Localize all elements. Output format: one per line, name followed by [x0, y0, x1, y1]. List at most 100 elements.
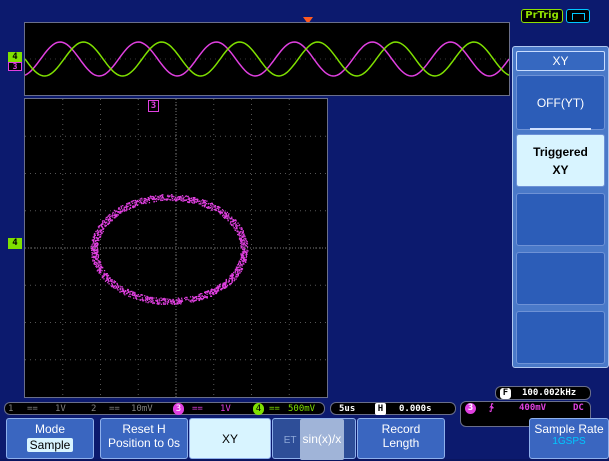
lissajous-point [122, 205, 124, 207]
lissajous-point [90, 247, 93, 249]
menu-item-empty-5[interactable] [516, 311, 605, 364]
lissajous-point [246, 253, 248, 255]
lissajous-point [187, 198, 189, 200]
lissajous-point [91, 251, 93, 254]
ch3-ground-marker[interactable]: 3 [8, 62, 22, 71]
lissajous-point [132, 202, 134, 204]
lissajous-point [239, 234, 242, 237]
lissajous-point [241, 268, 244, 270]
sample-rate-softkey[interactable]: Sample Rate 1GSPS [529, 418, 609, 459]
lissajous-point [245, 255, 248, 257]
lissajous-point [242, 251, 244, 253]
lissajous-point [162, 302, 165, 304]
lissajous-point [92, 243, 94, 245]
lissajous-point [153, 297, 155, 299]
menu-item-off-yt[interactable]: OFF(YT) [516, 75, 605, 130]
lissajous-point [122, 209, 124, 211]
lissajous-point [154, 198, 156, 200]
lissajous-point [226, 286, 228, 288]
lissajous-point [166, 199, 168, 201]
frequency-icon: F [500, 388, 511, 399]
lissajous-point [194, 200, 196, 202]
ch3-xy-position-marker[interactable]: 3 [148, 100, 159, 112]
lissajous-point [143, 198, 145, 200]
lissajous-point [95, 239, 97, 242]
lissajous-point [96, 237, 99, 239]
lissajous-point [122, 289, 124, 291]
lissajous-point [94, 246, 96, 248]
lissajous-point [186, 296, 188, 299]
lissajous-point [92, 241, 94, 243]
lissajous-point [188, 299, 190, 301]
lissajous-point [181, 297, 183, 299]
menu-item-triggered-xy[interactable]: Triggered XY [516, 134, 605, 187]
pretrigger-indicator: PrTrig [521, 9, 563, 23]
lissajous-point [206, 200, 208, 202]
lissajous-point [136, 295, 139, 297]
lissajous-point [108, 221, 110, 223]
lissajous-point [117, 289, 119, 291]
lissajous-point [229, 218, 231, 220]
sample-rate-label: Sample Rate [534, 422, 604, 436]
lissajous-point [116, 288, 118, 290]
lissajous-point [211, 206, 213, 208]
lissajous-point [124, 206, 126, 208]
lissajous-point [226, 211, 228, 214]
xy-softkey[interactable]: XY [189, 418, 271, 459]
lissajous-point [230, 283, 232, 285]
trigger-slope-icon: ∱ [489, 403, 494, 413]
menu-item-empty-3[interactable] [516, 193, 605, 246]
menu-item-label: Triggered [533, 145, 588, 159]
lissajous-point [139, 299, 141, 301]
lissajous-point [224, 283, 226, 286]
lissajous-point [140, 201, 143, 203]
lissajous-point [245, 245, 248, 247]
lissajous-point [230, 223, 233, 226]
lissajous-point [169, 298, 171, 301]
lissajous-point [99, 263, 101, 265]
lissajous-point [235, 276, 237, 278]
lissajous-point [148, 301, 150, 303]
reset-h-position-softkey[interactable]: Reset H Position to 0s [100, 418, 188, 459]
lissajous-point [167, 298, 169, 300]
lissajous-point [182, 200, 184, 202]
sinx-softkey[interactable]: ET sin(x)/x [272, 418, 356, 460]
lissajous-point [233, 278, 235, 280]
lissajous-point [199, 294, 201, 296]
lissajous-point [114, 214, 116, 216]
lissajous-point [151, 198, 153, 200]
lissajous-point [176, 301, 178, 303]
lissajous-point [96, 266, 98, 269]
lissajous-point [159, 302, 161, 304]
lissajous-point [111, 284, 113, 286]
lissajous-point [203, 206, 206, 208]
lissajous-point [129, 291, 131, 293]
lissajous-point [245, 240, 248, 242]
lissajous-point [204, 202, 207, 204]
sample-rate-value: 1GSPS [552, 436, 586, 447]
lissajous-point [162, 197, 164, 199]
lissajous-point [204, 291, 206, 294]
lissajous-point [135, 296, 137, 298]
lissajous-point [97, 244, 99, 246]
lissajous-point [167, 300, 170, 302]
lissajous-point [94, 249, 96, 252]
lissajous-point [239, 266, 241, 269]
record-length-softkey[interactable]: Record Length [357, 418, 445, 459]
ch4-xy-position-marker[interactable]: 4 [8, 238, 22, 249]
mode-softkey[interactable]: Mode Sample [6, 418, 94, 459]
lissajous-point [199, 293, 202, 295]
lissajous-point [91, 249, 93, 251]
lissajous-point [173, 300, 176, 302]
lissajous-point [224, 217, 226, 219]
lissajous-point [171, 303, 173, 305]
lissajous-point [92, 239, 95, 241]
lissajous-point [200, 202, 202, 204]
lissajous-point [240, 231, 242, 233]
lissajous-point [242, 249, 244, 251]
ch3-scale: 1V [220, 404, 231, 414]
lissajous-point [128, 208, 130, 210]
menu-divider [530, 128, 591, 130]
lissajous-point [97, 260, 99, 262]
menu-item-empty-4[interactable] [516, 252, 605, 305]
